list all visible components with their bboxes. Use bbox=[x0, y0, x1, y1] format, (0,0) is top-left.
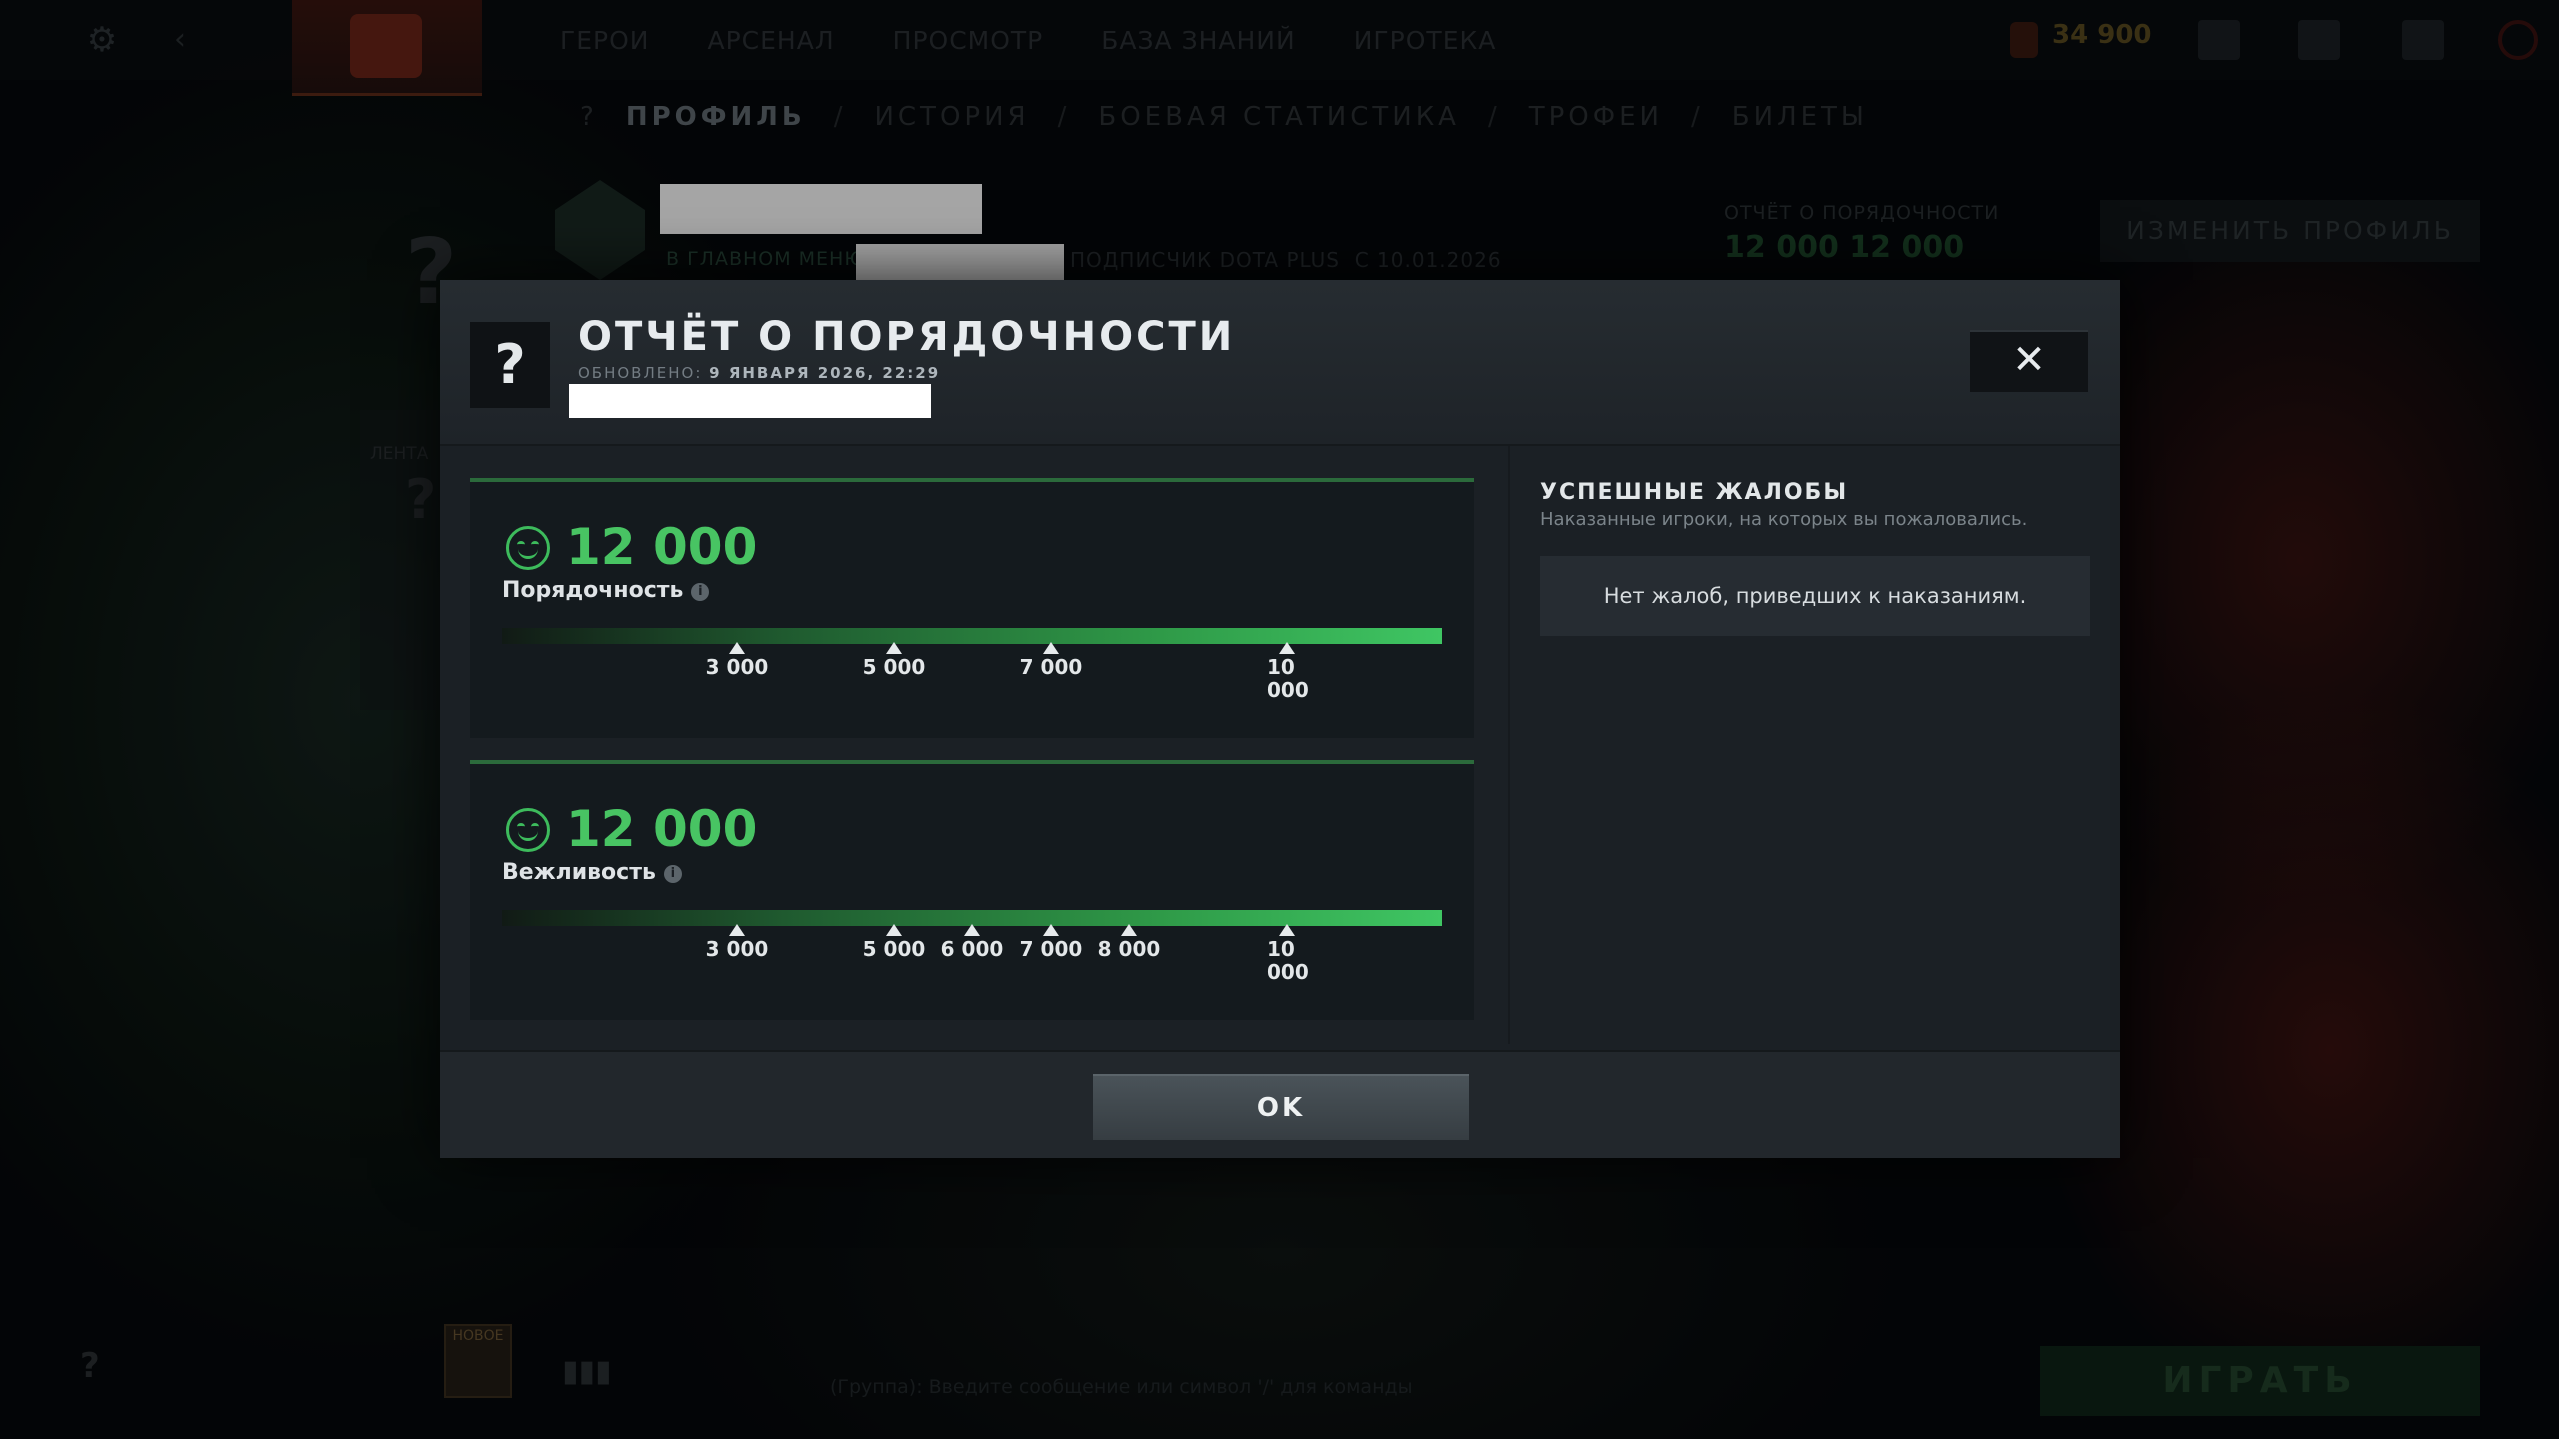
tick-label: 5 000 bbox=[862, 655, 926, 679]
close-button[interactable]: ✕ bbox=[1970, 330, 2088, 392]
behavior-tick: 5 000 bbox=[854, 924, 934, 961]
conduct-label: Порядочность i bbox=[502, 578, 710, 603]
updated-value: 9 ЯНВАРЯ 2026, 22:29 bbox=[709, 364, 941, 382]
smiley-icon bbox=[506, 526, 550, 570]
tick-marker-icon bbox=[886, 924, 902, 936]
conduct-label-text: Порядочность bbox=[502, 578, 684, 603]
tick-marker-icon bbox=[886, 642, 902, 654]
tick-marker-icon bbox=[1279, 924, 1295, 936]
successful-reports-panel: УСПЕШНЫЕ ЖАЛОБЫ Наказанные игроки, на ко… bbox=[1540, 478, 2090, 636]
conduct-card: 12 000 Порядочность i 3 000 5 000 7 000 1… bbox=[470, 478, 1474, 738]
conduct-tick: 10 000 bbox=[1247, 642, 1327, 702]
tick-label: 3 000 bbox=[705, 937, 769, 961]
behavior-tick: 6 000 bbox=[932, 924, 1012, 961]
redacted-header-info bbox=[569, 384, 931, 418]
behavior-label-text: Вежливость bbox=[502, 860, 656, 885]
tick-label: 10 000 bbox=[1267, 937, 1309, 984]
conduct-tick: 7 000 bbox=[1011, 642, 1091, 679]
dialog-footer: OK bbox=[440, 1050, 2120, 1158]
tick-marker-icon bbox=[964, 924, 980, 936]
conduct-cards: 12 000 Порядочность i 3 000 5 000 7 000 1… bbox=[470, 478, 1474, 1042]
column-divider bbox=[1508, 446, 1510, 1044]
reports-subtitle: Наказанные игроки, на которых вы пожалов… bbox=[1540, 509, 2028, 530]
tick-label: 3 000 bbox=[705, 655, 769, 679]
tick-label: 6 000 bbox=[940, 937, 1004, 961]
conduct-tick: 5 000 bbox=[854, 642, 934, 679]
dialog-title: ОТЧЁТ О ПОРЯДОЧНОСТИ bbox=[578, 314, 1236, 360]
behavior-tick: 3 000 bbox=[697, 924, 777, 961]
behavior-score: 12 000 bbox=[566, 800, 758, 858]
tick-marker-icon bbox=[729, 642, 745, 654]
tick-label: 8 000 bbox=[1097, 937, 1161, 961]
behavior-tick: 10 000 bbox=[1247, 924, 1327, 984]
tick-marker-icon bbox=[1043, 642, 1059, 654]
updated-timestamp: ОБНОВЛЕНО: 9 ЯНВАРЯ 2026, 22:29 bbox=[578, 364, 940, 382]
reports-title: УСПЕШНЫЕ ЖАЛОБЫ bbox=[1540, 480, 1849, 505]
tick-label: 5 000 bbox=[862, 937, 926, 961]
behavior-label: Вежливость i bbox=[502, 860, 682, 885]
behavior-tick: 7 000 bbox=[1011, 924, 1091, 961]
info-icon[interactable]: i bbox=[691, 583, 710, 601]
updated-label: ОБНОВЛЕНО: bbox=[578, 364, 703, 382]
conduct-score: 12 000 bbox=[566, 518, 758, 576]
behavior-card: 12 000 Вежливость i 3 000 5 000 6 000 7 0… bbox=[470, 760, 1474, 1020]
tick-label: 7 000 bbox=[1019, 937, 1083, 961]
ok-button[interactable]: OK bbox=[1093, 1074, 1469, 1140]
behavior-tick: 8 000 bbox=[1089, 924, 1169, 961]
dialog-header: ? ОТЧЁТ О ПОРЯДОЧНОСТИ ОБНОВЛЕНО: 9 ЯНВА… bbox=[440, 280, 2120, 446]
info-icon[interactable]: i bbox=[663, 865, 682, 883]
tick-label: 10 000 bbox=[1267, 655, 1309, 702]
tick-marker-icon bbox=[1121, 924, 1137, 936]
unknown-rank-icon: ? bbox=[470, 322, 550, 408]
tick-marker-icon bbox=[729, 924, 745, 936]
conduct-report-dialog: ? ОТЧЁТ О ПОРЯДОЧНОСТИ ОБНОВЛЕНО: 9 ЯНВА… bbox=[440, 280, 2120, 1158]
tick-marker-icon bbox=[1043, 924, 1059, 936]
tick-marker-icon bbox=[1279, 642, 1295, 654]
tick-label: 7 000 bbox=[1019, 655, 1083, 679]
reports-empty-state: Нет жалоб, приведших к наказаниям. bbox=[1540, 556, 2090, 636]
smiley-icon bbox=[506, 808, 550, 852]
conduct-tick: 3 000 bbox=[697, 642, 777, 679]
